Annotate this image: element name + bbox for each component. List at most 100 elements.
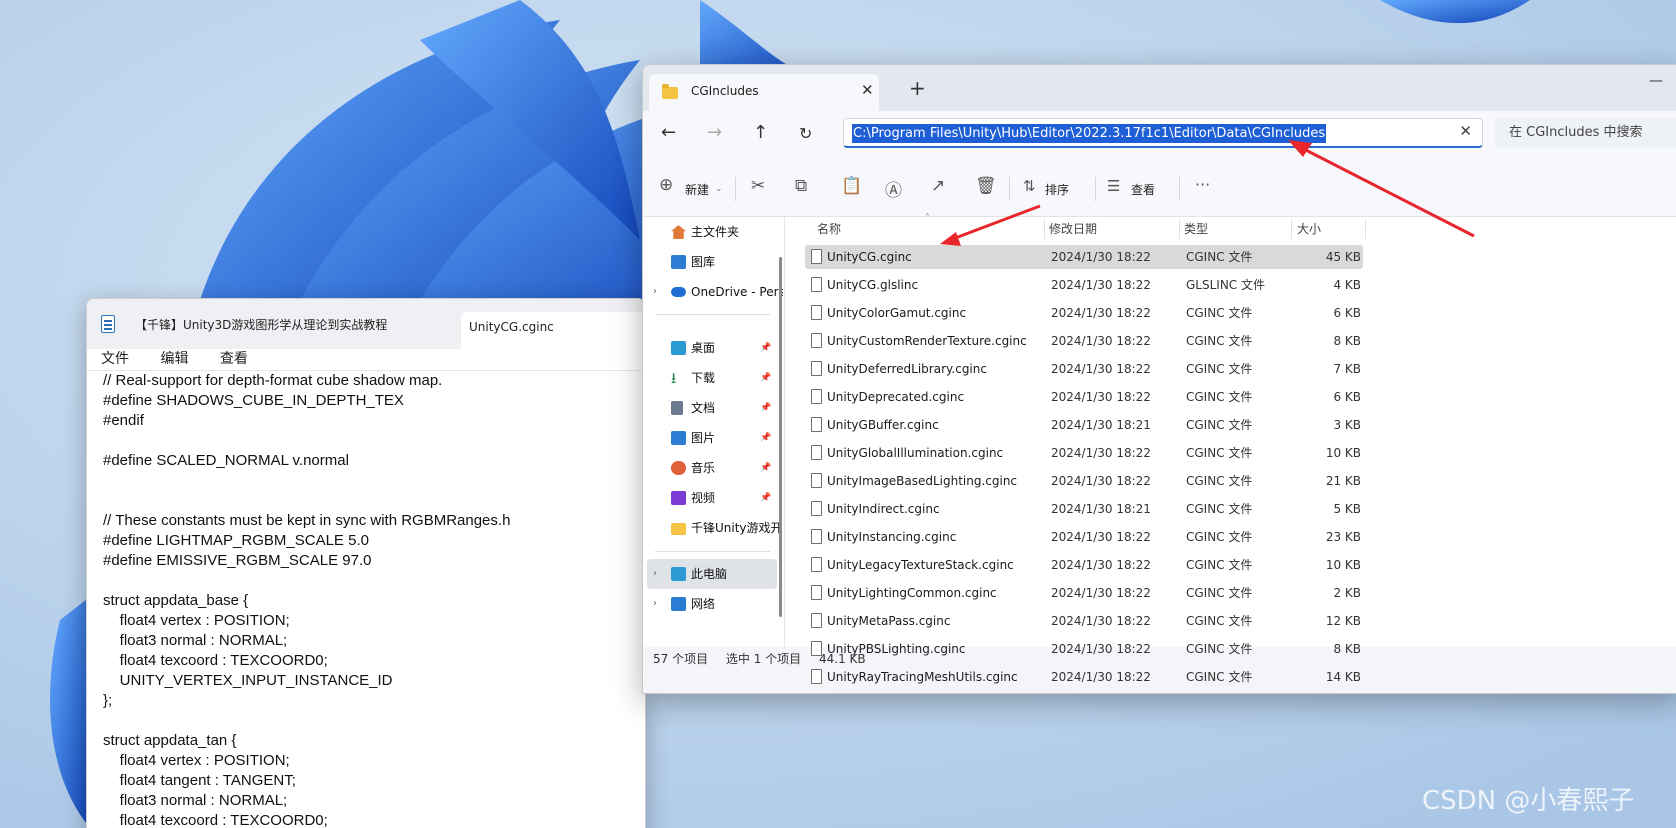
nav-this-pc[interactable]: › 此电脑 <box>647 559 777 589</box>
explorer-content: 主文件夹 图库 › OneDrive - Personal 桌面 📌 ⭳ 下载 📌 文档… <box>643 213 1676 684</box>
file-row[interactable]: UnityDeferredLibrary.cginc 2024/1/30 18:2… <box>805 357 1363 381</box>
file-icon <box>811 473 822 488</box>
file-icon <box>811 249 822 264</box>
nav-gallery[interactable]: 图库 <box>643 247 783 277</box>
pin-icon[interactable]: 📌 <box>760 453 771 483</box>
nav-desktop[interactable]: 桌面 📌 <box>643 333 783 363</box>
watermark: CSDN @小春熙子 <box>1422 786 1635 816</box>
pin-icon[interactable]: 📌 <box>760 483 771 513</box>
file-explorer-window: CGIncludes ✕ + — ← → ↑ ↻ C:\Program File… <box>642 64 1676 694</box>
cut-icon[interactable]: ✂ <box>751 176 765 196</box>
pc-icon <box>671 567 686 581</box>
file-row[interactable]: UnityInstancing.cginc 2024/1/30 18:22 CGIN… <box>805 525 1363 549</box>
file-row[interactable]: UnityGBuffer.cginc 2024/1/30 18:21 CGINC 文… <box>805 413 1363 437</box>
column-divider[interactable] <box>1365 219 1366 239</box>
file-row[interactable]: UnityCustomRenderTexture.cginc 2024/1/30 … <box>805 329 1363 353</box>
column-header-name[interactable]: 名称 <box>817 217 841 241</box>
menu-view[interactable]: 查看 <box>220 351 248 367</box>
file-size: 10 KB <box>1325 558 1361 572</box>
chevron-right-icon[interactable]: › <box>653 559 657 589</box>
file-row[interactable]: UnityDeprecated.cginc 2024/1/30 18:22 CGIN… <box>805 385 1363 409</box>
file-size: 10 KB <box>1325 446 1361 460</box>
column-header-date[interactable]: 修改日期 <box>1049 217 1097 241</box>
new-plus-icon[interactable]: ⊕ <box>659 175 673 195</box>
minimize-icon[interactable]: — <box>1649 73 1663 89</box>
chevron-right-icon[interactable]: › <box>653 277 657 307</box>
nav-music[interactable]: 音乐 📌 <box>643 453 783 483</box>
notepad-tab-unitycg[interactable]: UnityCG.cginc ✕ <box>461 312 645 349</box>
documents-icon <box>671 401 683 415</box>
close-tab-icon[interactable]: ✕ <box>861 81 874 99</box>
nav-qianfeng-folder[interactable]: 千锋Unity游戏开发 <box>643 513 783 543</box>
view-button[interactable]: 查看 <box>1131 181 1155 198</box>
new-tab-icon[interactable]: + <box>909 76 926 100</box>
column-divider[interactable] <box>1291 219 1292 239</box>
file-row[interactable]: UnityColorGamut.cginc 2024/1/30 18:22 CGIN… <box>805 301 1363 325</box>
sort-icon[interactable]: ⇅ <box>1023 177 1036 195</box>
file-row[interactable]: UnityLightingCommon.cginc 2024/1/30 18:22… <box>805 581 1363 605</box>
file-row[interactable]: UnityMetaPass.cginc 2024/1/30 18:22 CGINC … <box>805 609 1363 633</box>
notepad-tab-course[interactable]: 【千锋】Unity3D游戏图形学从理论到实战教程 <box>135 312 461 338</box>
menu-edit[interactable]: 编辑 <box>160 351 188 367</box>
rename-icon[interactable]: Ⓐ <box>885 176 902 201</box>
file-row[interactable]: UnityLegacyTextureStack.cginc 2024/1/30 1… <box>805 553 1363 577</box>
file-row[interactable]: UnityGlobalIllumination.cginc 2024/1/30 1… <box>805 441 1363 465</box>
nav-network[interactable]: › 网络 <box>643 589 783 619</box>
file-row[interactable]: UnityPBSLighting.cginc 2024/1/30 18:22 CGI… <box>805 637 1363 661</box>
forward-arrow-icon[interactable]: → <box>707 122 722 143</box>
explorer-tab-cgincludes[interactable]: CGIncludes ✕ <box>649 74 879 111</box>
column-divider[interactable] <box>1044 219 1045 239</box>
nav-home[interactable]: 主文件夹 <box>643 217 783 247</box>
address-input[interactable]: C:\Program Files\Unity\Hub\Editor\2022.3… <box>843 118 1483 148</box>
file-row[interactable]: UnityCG.glslinc 2024/1/30 18:22 GLSLINC 文件… <box>805 273 1363 297</box>
paste-icon[interactable]: 📋 <box>841 176 862 196</box>
back-arrow-icon[interactable]: ← <box>661 122 676 143</box>
view-icon[interactable]: ☰ <box>1107 177 1120 195</box>
file-row[interactable]: UnityImageBasedLighting.cginc 2024/1/30 1… <box>805 469 1363 493</box>
share-icon[interactable]: ↗ <box>931 176 945 196</box>
chevron-down-icon[interactable]: ⌄ <box>715 184 723 194</box>
nav-label: 网络 <box>691 597 716 611</box>
file-row[interactable]: UnityIndirect.cginc 2024/1/30 18:21 CGINC … <box>805 497 1363 521</box>
search-input[interactable]: 在 CGIncludes 中搜索 <box>1495 118 1676 148</box>
nav-downloads[interactable]: ⭳ 下载 📌 <box>643 363 783 393</box>
delete-icon[interactable]: 🗑 <box>975 176 997 196</box>
menu-file[interactable]: 文件 <box>101 351 129 367</box>
file-row[interactable]: UnityCG.cginc 2024/1/30 18:22 CGINC 文件 45 K… <box>805 245 1363 269</box>
file-icon <box>811 445 822 460</box>
pin-icon[interactable]: 📌 <box>760 363 771 393</box>
file-date: 2024/1/30 18:22 <box>1051 278 1151 292</box>
chevron-right-icon[interactable]: › <box>653 589 657 619</box>
file-date: 2024/1/30 18:22 <box>1051 334 1151 348</box>
nav-divider <box>655 551 770 552</box>
notepad-text-area[interactable]: // Real-support for depth-format cube sh… <box>87 371 645 828</box>
file-date: 2024/1/30 18:22 <box>1051 586 1151 600</box>
pin-icon[interactable]: 📌 <box>760 393 771 423</box>
new-button[interactable]: 新建 <box>685 181 709 198</box>
music-icon <box>671 461 686 475</box>
file-date: 2024/1/30 18:21 <box>1051 418 1151 432</box>
nav-pictures[interactable]: 图片 📌 <box>643 423 783 453</box>
column-divider[interactable] <box>1179 219 1180 239</box>
explorer-tab-bar: CGIncludes ✕ + — <box>643 65 1676 111</box>
nav-scrollbar[interactable] <box>779 257 782 617</box>
sort-button[interactable]: 排序 <box>1045 181 1069 198</box>
column-header-size[interactable]: 大小 <box>1297 217 1321 241</box>
nav-documents[interactable]: 文档 📌 <box>643 393 783 423</box>
up-arrow-icon[interactable]: ↑ <box>753 122 768 143</box>
more-options-icon[interactable]: ··· <box>1195 175 1210 194</box>
selected-size: 44.1 KB <box>819 652 866 666</box>
copy-icon[interactable]: ⧉ <box>795 176 807 196</box>
pin-icon[interactable]: 📌 <box>760 423 771 453</box>
refresh-icon[interactable]: ↻ <box>799 124 812 143</box>
nav-videos[interactable]: 视频 📌 <box>643 483 783 513</box>
file-size: 45 KB <box>1325 250 1361 264</box>
file-row[interactable]: UnityRayTracingMeshUtils.cginc 2024/1/30 … <box>805 665 1363 689</box>
column-header-type[interactable]: 类型 <box>1184 217 1208 241</box>
file-date: 2024/1/30 18:22 <box>1051 614 1151 628</box>
file-name: UnityIndirect.cginc <box>827 502 940 516</box>
file-date: 2024/1/30 18:22 <box>1051 250 1151 264</box>
nav-onedrive[interactable]: › OneDrive - Personal <box>643 277 783 307</box>
pin-icon[interactable]: 📌 <box>760 333 771 363</box>
clear-address-icon[interactable]: ✕ <box>1459 122 1472 140</box>
